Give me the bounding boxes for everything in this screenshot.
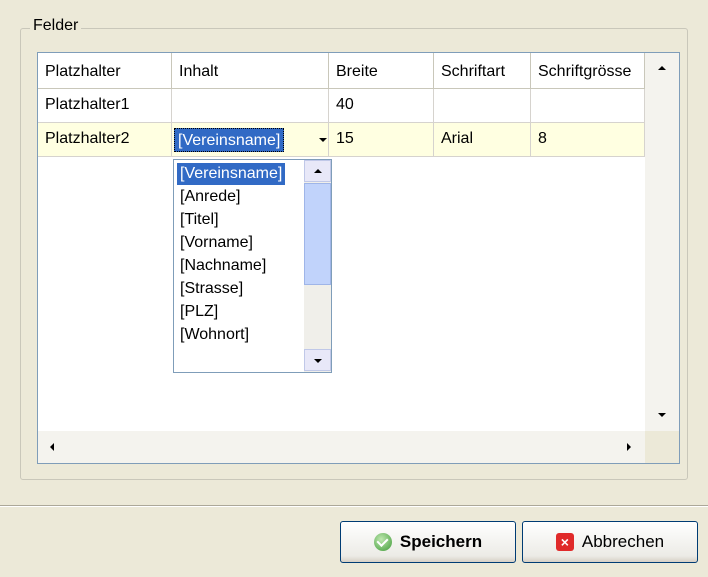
- scroll-left-icon[interactable]: [38, 431, 70, 463]
- grid-horizontal-scrollbar[interactable]: [38, 431, 645, 463]
- dropdown-scroll-thumb[interactable]: [304, 183, 331, 285]
- scroll-right-icon[interactable]: [613, 431, 645, 463]
- dropdown-option[interactable]: [Strasse]: [177, 278, 246, 300]
- dropdown-option[interactable]: [Vereinsname]: [177, 163, 286, 185]
- save-button[interactable]: Speichern: [340, 521, 516, 563]
- scrollbar-corner: [645, 431, 679, 463]
- column-header-breite[interactable]: Breite: [329, 53, 434, 89]
- cell-platzhalter[interactable]: Platzhalter2: [38, 123, 172, 157]
- save-button-label: Speichern: [399, 532, 483, 551]
- column-header-schriftart[interactable]: Schriftart: [434, 53, 531, 89]
- cell-schriftart[interactable]: Arial: [434, 123, 531, 157]
- dropdown-option[interactable]: [Wohnort]: [177, 324, 252, 346]
- cell-schriftart[interactable]: [434, 89, 531, 123]
- chevron-down-icon[interactable]: [312, 128, 334, 152]
- dropdown-option[interactable]: [PLZ]: [177, 301, 221, 323]
- scroll-up-icon[interactable]: [304, 160, 331, 182]
- close-x-icon: ×: [555, 533, 574, 551]
- combobox-value: [Vereinsname]: [174, 128, 285, 152]
- groupbox-title: Felder: [30, 16, 82, 36]
- dropdown-option[interactable]: [Vorname]: [177, 232, 256, 254]
- grid-vertical-scrollbar[interactable]: [645, 53, 679, 463]
- inhalt-combobox[interactable]: [Vereinsname]: [174, 126, 336, 154]
- inhalt-dropdown-list[interactable]: [Vereinsname] [Anrede] [Titel] [Vorname]…: [173, 159, 332, 373]
- dropdown-option[interactable]: [Titel]: [177, 209, 222, 231]
- check-circle-icon: [373, 533, 392, 551]
- cancel-button-label: Abbrechen: [581, 532, 665, 551]
- scroll-up-icon[interactable]: [646, 53, 678, 85]
- dropdown-option[interactable]: [Nachname]: [177, 255, 269, 277]
- fields-grid[interactable]: Platzhalter Inhalt Breite Schriftart Sch…: [37, 52, 680, 464]
- dropdown-option[interactable]: [Anrede]: [177, 186, 243, 208]
- column-header-platzhalter[interactable]: Platzhalter: [38, 53, 172, 89]
- cell-inhalt[interactable]: [172, 89, 329, 123]
- dropdown-scrollbar[interactable]: [304, 160, 331, 372]
- cell-schriftgroesse[interactable]: [531, 89, 645, 123]
- scroll-down-icon[interactable]: [304, 349, 331, 371]
- cell-breite[interactable]: 15: [329, 123, 434, 157]
- cell-platzhalter[interactable]: Platzhalter1: [38, 89, 172, 123]
- scroll-down-icon[interactable]: [646, 399, 678, 431]
- cell-breite[interactable]: 40: [329, 89, 434, 123]
- column-header-schriftgroesse[interactable]: Schriftgrösse: [531, 53, 645, 89]
- cancel-button[interactable]: × Abbrechen: [522, 521, 698, 563]
- cell-schriftgroesse[interactable]: 8: [531, 123, 645, 157]
- column-header-inhalt[interactable]: Inhalt: [172, 53, 329, 89]
- footer-divider: [0, 505, 708, 507]
